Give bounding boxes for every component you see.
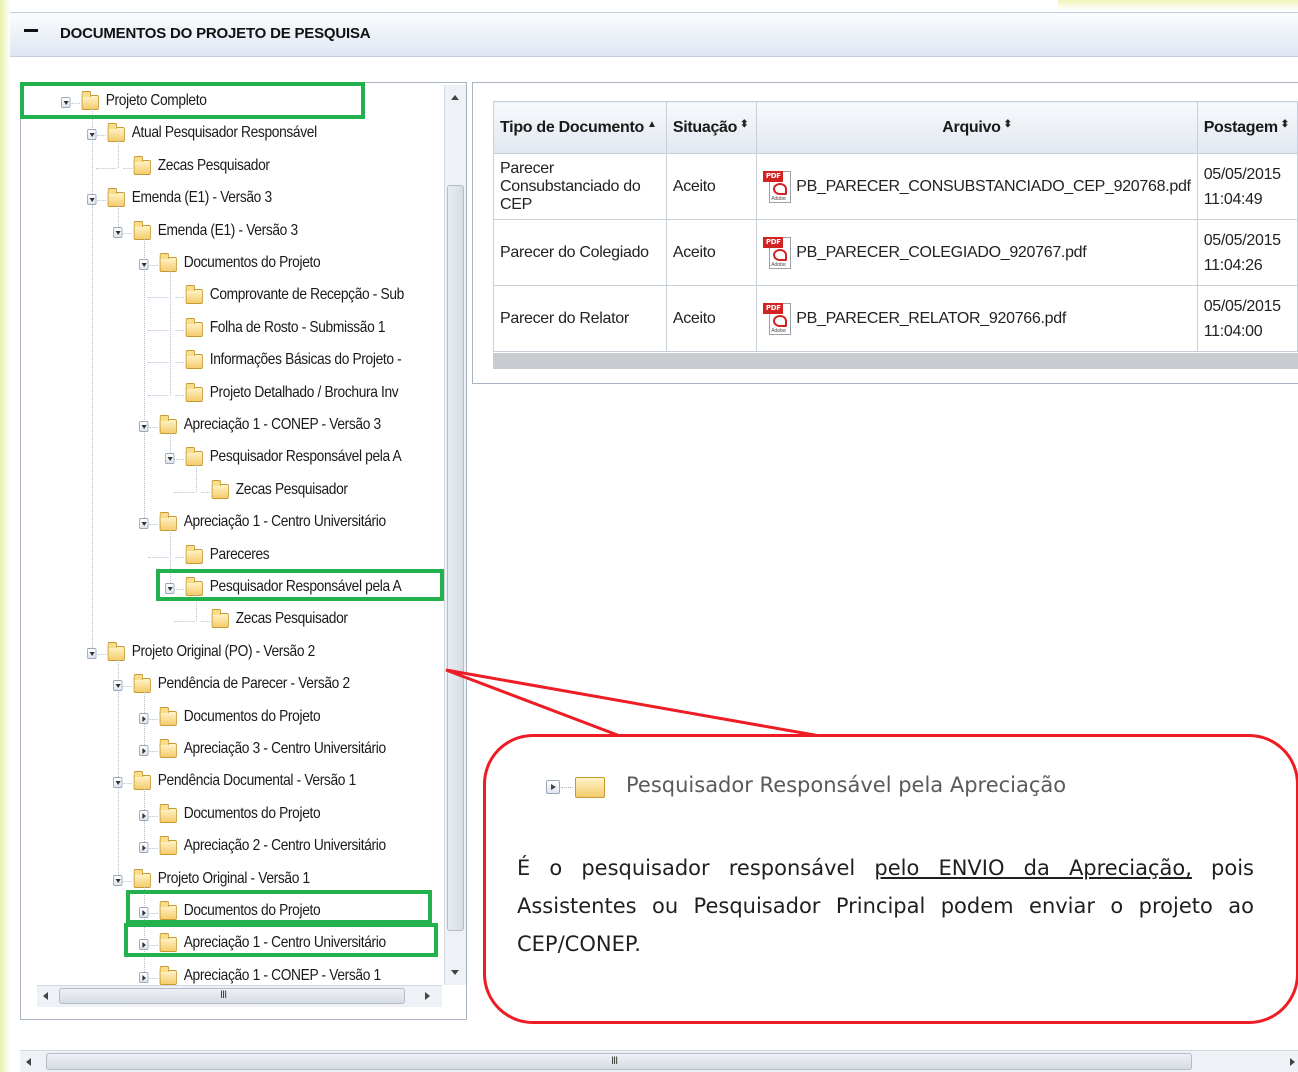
explanation-callout: Pesquisador Responsável pela Apreciação …	[483, 734, 1298, 1024]
callout-tree-label: Pesquisador Responsável pela Apreciação	[626, 773, 1067, 797]
scroll-left-arrow-icon[interactable]	[26, 1058, 31, 1066]
page-horizontal-scrollbar[interactable]: III	[20, 1050, 1298, 1072]
scroll-grip: III	[611, 1055, 618, 1067]
expand-arrow-icon	[546, 780, 560, 794]
folder-icon	[575, 777, 605, 798]
page-hscroll-thumb[interactable]: III	[46, 1053, 1192, 1070]
scroll-right-arrow-icon[interactable]	[1290, 1058, 1295, 1066]
callout-description: É o pesquisador responsável pelo ENVIO d…	[517, 856, 1254, 956]
